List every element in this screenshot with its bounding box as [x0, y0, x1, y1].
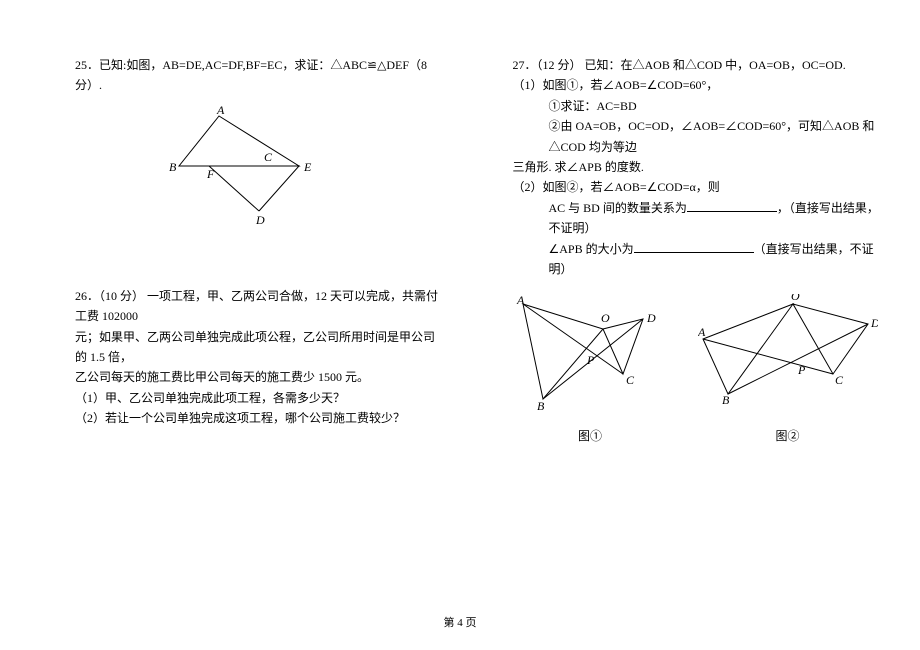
figure-1: A B C D O P [513, 294, 668, 414]
exam-page: 25．已知:如图，AB=DE,AC=DF,BF=EC，求证：△ABC≌△DEF（… [0, 0, 920, 466]
blank-1 [687, 200, 777, 212]
page-footer: 第 4 页 [0, 614, 920, 630]
p26-line4: （1）甲、乙公司单独完成此项工程，各需多少天？ [75, 388, 443, 408]
f1-D: D [646, 311, 656, 325]
problem-27-diagrams: A B C D O P 图① [513, 294, 881, 446]
f2-P: P [797, 363, 806, 377]
figure-1-label: 图① [513, 426, 668, 446]
p27-line8: ∠APB 的大小为（直接写出结果，不证明） [513, 239, 881, 280]
p27-line2: （1）如图①，若∠AOB=∠COD=60°， [513, 75, 881, 95]
label-B: B [169, 160, 177, 174]
f2-C: C [835, 373, 844, 387]
problem-25-text: 25．已知:如图，AB=DE,AC=DF,BF=EC，求证：△ABC≌△DEF（… [75, 55, 443, 96]
right-column: 27．（12 分） 已知：在△AOB 和△COD 中，OA=OB，OC=OD. … [513, 55, 881, 466]
p26-line5: （2）若让一个公司单独完成这项工程，哪个公司施工费较少？ [75, 408, 443, 428]
f2-D: D [870, 316, 878, 330]
problem-25-diagram: A B C D E F [169, 106, 349, 226]
p27-line7: AC 与 BD 间的数量关系为，（直接写出结果，不证明） [513, 198, 881, 239]
label-D: D [255, 213, 265, 226]
left-column: 25．已知:如图，AB=DE,AC=DF,BF=EC，求证：△ABC≌△DEF（… [75, 55, 443, 466]
p27-line1: 27．（12 分） 已知：在△AOB 和△COD 中，OA=OB，OC=OD. [513, 55, 881, 75]
f1-O: O [601, 311, 610, 325]
blank-2 [634, 241, 754, 253]
p27-line6: （2）如图②，若∠AOB=∠COD=α，则 [513, 177, 881, 197]
figure-1-wrap: A B C D O P 图① [513, 294, 668, 446]
label-E: E [303, 160, 312, 174]
label-A: A [216, 106, 225, 117]
f2-O: O [791, 294, 800, 303]
f2-B: B [722, 393, 730, 407]
p26-line1: 26．（10 分） 一项工程，甲、乙两公司合做，12 天可以完成，共需付工费 1… [75, 286, 443, 327]
p26-line3: 乙公司每天的施工费比甲公司每天的施工费少 1500 元。 [75, 367, 443, 387]
problem-27: 27．（12 分） 已知：在△AOB 和△COD 中，OA=OB，OC=OD. … [513, 55, 881, 446]
p27-line4: ②由 OA=OB，OC=OD，∠AOB=∠COD=60°，可知△AOB 和△CO… [513, 116, 881, 157]
f2-A: A [698, 325, 706, 339]
p27-l8a: ∠APB 的大小为 [549, 242, 634, 256]
label-C: C [264, 150, 273, 164]
figure-2-label: 图② [698, 426, 878, 446]
figure-2: A B C D O P [698, 294, 878, 414]
f1-P: P [586, 353, 595, 367]
f1-A: A [516, 294, 525, 307]
p27-line3: ①求证：AC=BD [513, 96, 881, 116]
p27-line5: 三角形. 求∠APB 的度数. [513, 157, 881, 177]
f1-B: B [537, 399, 545, 413]
problem-25: 25．已知:如图，AB=DE,AC=DF,BF=EC，求证：△ABC≌△DEF（… [75, 55, 443, 226]
p26-line2: 元；如果甲、乙两公司单独完成此项公程，乙公司所用时间是甲公司的 1.5 倍， [75, 327, 443, 368]
p27-l7a: AC 与 BD 间的数量关系为 [549, 201, 687, 215]
f1-C: C [626, 373, 635, 387]
problem-26: 26．（10 分） 一项工程，甲、乙两公司合做，12 天可以完成，共需付工费 1… [75, 286, 443, 429]
figure-2-wrap: A B C D O P 图② [698, 294, 878, 446]
label-F: F [206, 167, 215, 181]
